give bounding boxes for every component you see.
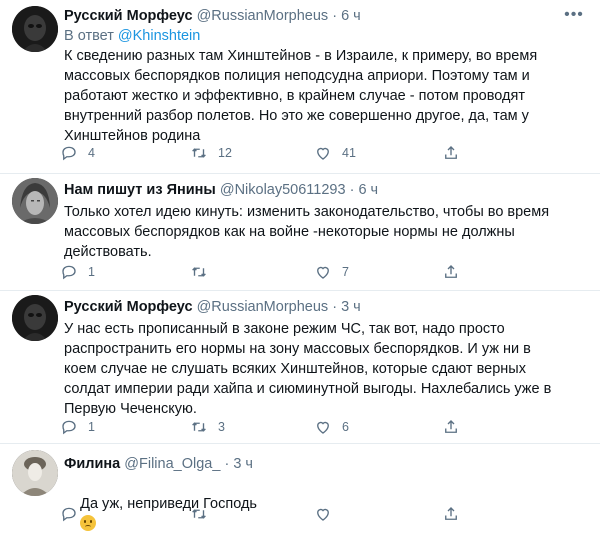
tweet-2[interactable]: Нам пишут из Янины @Nikolay50611293 · 6 … (0, 174, 600, 290)
reply-button[interactable]: 4 (60, 143, 95, 163)
author-handle[interactable]: @Filina_Olga_ (124, 456, 220, 472)
retweet-icon (190, 263, 208, 281)
share-button[interactable] (442, 262, 460, 282)
retweet-icon (190, 144, 208, 162)
heart-icon (314, 418, 332, 436)
share-button[interactable] (442, 504, 460, 524)
author-handle[interactable]: @Nikolay50611293 (220, 182, 346, 198)
share-button[interactable] (442, 417, 460, 437)
author-name[interactable]: Нам пишут из Янины (64, 182, 216, 198)
tweet-actions: 4 12 41 (60, 143, 480, 163)
share-icon (442, 144, 460, 162)
tweet-actions (60, 504, 480, 524)
like-button[interactable] (314, 504, 332, 524)
reply-button[interactable]: 1 (60, 262, 95, 282)
reply-count: 1 (88, 420, 95, 434)
like-button[interactable]: 41 (314, 143, 356, 163)
avatar-russianmorpheus[interactable] (12, 6, 58, 52)
separator-dot: · (224, 456, 230, 472)
retweet-button[interactable]: 12 (190, 143, 232, 163)
reply-button[interactable] (60, 504, 78, 524)
tweet-text: К сведению разных там Хинштейнов - в Изр… (64, 48, 538, 144)
like-button[interactable]: 7 (314, 262, 349, 282)
share-icon (442, 418, 460, 436)
reply-icon (60, 505, 78, 523)
heart-icon (314, 144, 332, 162)
tweet-text: У нас есть прописанный в законе режим ЧС… (64, 321, 552, 417)
retweet-button[interactable] (190, 262, 218, 282)
like-count: 7 (342, 265, 349, 279)
reply-to-label: В ответ (64, 28, 114, 44)
avatar-filina[interactable] (12, 450, 58, 496)
like-button[interactable]: 6 (314, 417, 349, 437)
tweet-time[interactable]: 3 ч (233, 456, 253, 472)
author-handle[interactable]: @RussianMorpheus (197, 8, 329, 24)
avatar-russianmorpheus[interactable] (12, 295, 58, 341)
retweet-icon (190, 505, 208, 523)
reply-to-mention[interactable]: @Khinshtein (118, 28, 200, 44)
author-name[interactable]: Филина (64, 456, 120, 472)
reply-count: 1 (88, 265, 95, 279)
retweet-icon (190, 418, 208, 436)
reply-icon (60, 263, 78, 281)
tweet-time[interactable]: 6 ч (341, 8, 361, 24)
more-options-icon[interactable]: ••• (564, 7, 584, 24)
reply-button[interactable]: 1 (60, 417, 95, 437)
author-handle[interactable]: @RussianMorpheus (197, 299, 329, 315)
reply-to-line: В ответ @Khinshtein (64, 28, 200, 44)
share-button[interactable] (442, 143, 460, 163)
share-icon (442, 263, 460, 281)
separator-dot: · (349, 182, 355, 198)
like-count: 6 (342, 420, 349, 434)
tweet-3[interactable]: Русский Морфеус @RussianMorpheus · 3 ч У… (0, 291, 600, 443)
tweet-actions: 1 3 6 (60, 417, 480, 437)
author-name[interactable]: Русский Морфеус (64, 299, 193, 315)
retweet-button[interactable] (190, 504, 208, 524)
reply-icon (60, 418, 78, 436)
separator-dot: · (332, 299, 338, 315)
heart-icon (314, 263, 332, 281)
retweet-count: 12 (218, 146, 232, 160)
tweet-4[interactable]: Филина @Filina_Olga_ · 3 ч Да уж, неприв… (0, 444, 600, 531)
separator-dot: · (332, 8, 338, 24)
author-name[interactable]: Русский Морфеус (64, 8, 193, 24)
tweet-time[interactable]: 3 ч (341, 299, 361, 315)
tweet-1[interactable]: Русский Морфеус @RussianMorpheus · 6 ч •… (0, 0, 600, 172)
like-count: 41 (342, 146, 356, 160)
tweet-time[interactable]: 6 ч (358, 182, 378, 198)
heart-icon (314, 505, 332, 523)
avatar-nikolay[interactable] (12, 178, 58, 224)
tweet-actions: 1 7 (60, 262, 480, 282)
reply-count: 4 (88, 146, 95, 160)
tweet-text: Только хотел идею кинуть: изменить закон… (64, 204, 550, 260)
reply-icon (60, 144, 78, 162)
retweet-button[interactable]: 3 (190, 417, 225, 437)
share-icon (442, 505, 460, 523)
retweet-count: 3 (218, 420, 225, 434)
